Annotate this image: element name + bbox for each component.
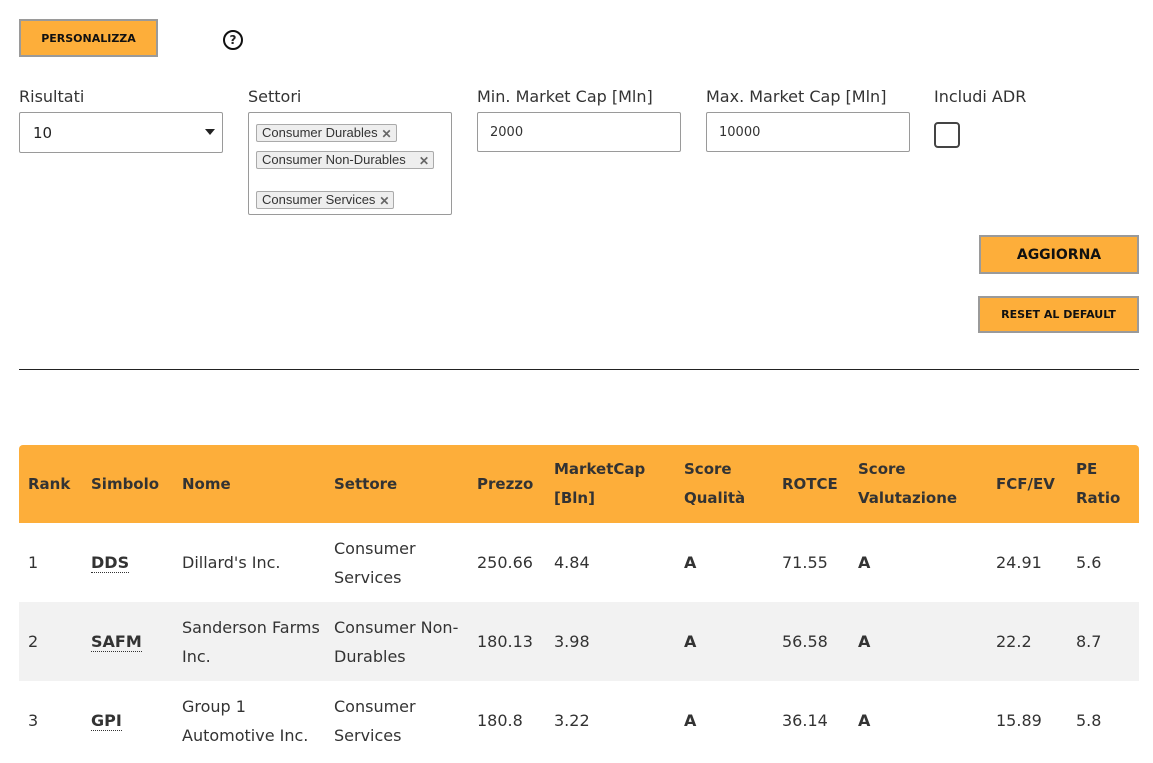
col-header-fcf-ev[interactable]: FCF/EV <box>987 445 1067 523</box>
symbol-link[interactable]: SAFM <box>91 632 142 652</box>
close-icon[interactable]: ✕ <box>382 127 392 141</box>
col-header-pe-ratio[interactable]: PE Ratio <box>1067 445 1139 523</box>
max-market-cap-label: Max. Market Cap [Mln] <box>706 87 887 106</box>
cell-nome: Sanderson Farms Inc. <box>173 602 325 681</box>
cell-rank: 3 <box>28 711 39 730</box>
col-header-rotce[interactable]: ROTCE <box>773 445 849 523</box>
help-icon[interactable]: ? <box>223 30 243 50</box>
cell-rotce: 36.14 <box>782 711 828 730</box>
cell-pe-ratio: 5.6 <box>1076 553 1102 572</box>
cell-prezzo: 180.8 <box>477 711 523 730</box>
cell-pe-ratio: 8.7 <box>1067 602 1139 681</box>
cell-nome: Dillard's Inc. <box>182 553 281 572</box>
cell-rank: 1 <box>28 553 39 572</box>
sector-tag-label: Consumer Non-Durables <box>262 152 406 167</box>
cell-settore: Consumer Services <box>334 696 416 745</box>
sector-tag: Consumer Durables ✕ <box>256 124 397 142</box>
col-header-prezzo[interactable]: Prezzo <box>468 445 545 523</box>
col-header-simbolo[interactable]: Simbolo <box>82 445 173 523</box>
col-header-nome[interactable]: Nome <box>173 445 325 523</box>
aggiorna-button[interactable]: AGGIORNA <box>979 235 1139 274</box>
symbol-link[interactable]: DDS <box>91 553 130 573</box>
divider <box>19 369 1139 370</box>
close-icon[interactable]: ✕ <box>419 154 429 168</box>
table-row: 2 SAFM Sanderson Farms Inc. Consumer Non… <box>19 602 1139 681</box>
risultati-value: 10 <box>33 123 53 142</box>
col-header-score-valutazione[interactable]: Score Valutazione <box>849 445 987 523</box>
sector-tag-label: Consumer Services <box>262 192 376 207</box>
risultati-select[interactable]: 10 <box>19 112 223 153</box>
cell-fcf-ev: 24.91 <box>996 553 1042 572</box>
reset-default-button[interactable]: RESET AL DEFAULT <box>978 296 1139 333</box>
close-icon[interactable]: ✕ <box>379 194 389 208</box>
min-market-cap-input[interactable] <box>477 112 681 152</box>
max-market-cap-input[interactable] <box>706 112 910 152</box>
sector-tag: Consumer Non-Durables ✕ <box>256 151 434 169</box>
personalizza-button[interactable]: PERSONALIZZA <box>19 19 158 57</box>
table-header-row: Rank Simbolo Nome Settore Prezzo MarketC… <box>19 445 1139 523</box>
cell-rotce: 56.58 <box>773 602 849 681</box>
includi-adr-label: Includi ADR <box>934 87 1027 106</box>
cell-score-qualita: A <box>675 602 773 681</box>
cell-prezzo: 250.66 <box>477 553 533 572</box>
includi-adr-checkbox[interactable] <box>934 122 960 148</box>
col-header-settore[interactable]: Settore <box>325 445 468 523</box>
sector-tag-label: Consumer Durables <box>262 125 378 140</box>
cell-rank: 2 <box>19 602 82 681</box>
chevron-down-icon <box>205 129 215 135</box>
symbol-link[interactable]: GPI <box>91 711 122 731</box>
table-row: 1 DDS Dillard's Inc. Consumer Services 2… <box>19 523 1139 602</box>
col-header-score-qualita[interactable]: Score Qualità <box>675 445 773 523</box>
cell-prezzo: 180.13 <box>468 602 545 681</box>
cell-settore: Consumer Non-Durables <box>325 602 468 681</box>
cell-fcf-ev: 22.2 <box>987 602 1067 681</box>
cell-score-valutazione: A <box>858 553 871 572</box>
table-row: 3 GPI Group 1 Automotive Inc. Consumer S… <box>19 681 1139 760</box>
cell-marketcap: 3.22 <box>554 711 590 730</box>
cell-rotce: 71.55 <box>782 553 828 572</box>
cell-pe-ratio: 5.8 <box>1076 711 1102 730</box>
cell-fcf-ev: 15.89 <box>996 711 1042 730</box>
cell-score-valutazione: A <box>858 711 871 730</box>
col-header-marketcap[interactable]: MarketCap [Bln] <box>545 445 675 523</box>
results-table: Rank Simbolo Nome Settore Prezzo MarketC… <box>19 445 1139 760</box>
cell-score-qualita: A <box>684 553 697 572</box>
cell-score-valutazione: A <box>849 602 987 681</box>
cell-marketcap: 3.98 <box>545 602 675 681</box>
settori-label: Settori <box>248 87 302 106</box>
risultati-label: Risultati <box>19 87 85 106</box>
min-market-cap-label: Min. Market Cap [Mln] <box>477 87 653 106</box>
sector-tag: Consumer Services ✕ <box>256 191 395 209</box>
cell-settore: Consumer Services <box>334 538 416 587</box>
cell-score-qualita: A <box>684 711 697 730</box>
cell-nome: Group 1 Automotive Inc. <box>182 696 309 745</box>
col-header-rank[interactable]: Rank <box>19 445 82 523</box>
settori-multiselect[interactable]: Consumer Durables ✕ Consumer Non-Durable… <box>248 112 452 215</box>
cell-marketcap: 4.84 <box>554 553 590 572</box>
